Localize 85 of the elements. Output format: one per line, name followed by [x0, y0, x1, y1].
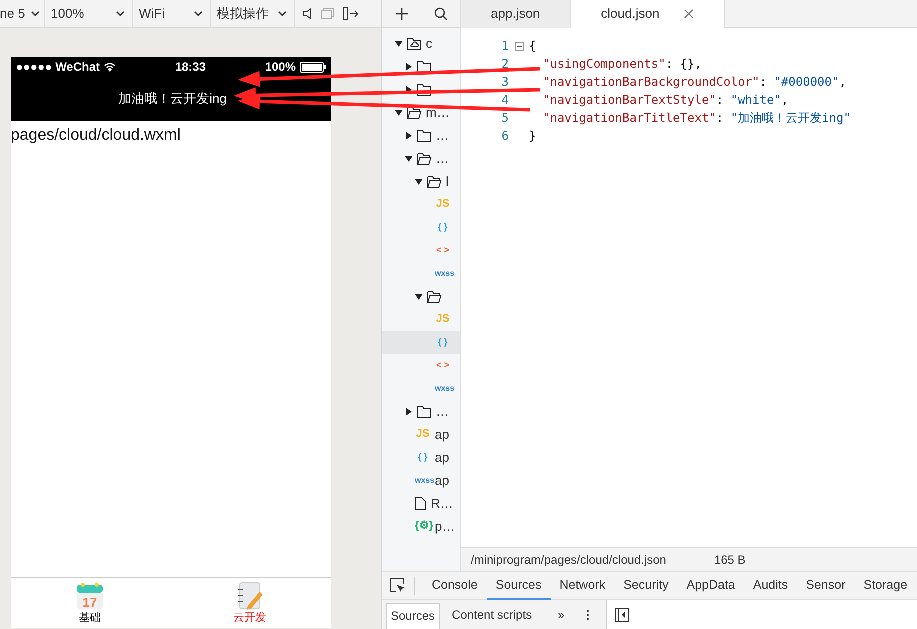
file-tree-row[interactable]: JS ap [382, 423, 460, 446]
line-number: 4 [500, 92, 509, 109]
network-dropdown[interactable]: WiFi [133, 0, 211, 28]
editor-tab[interactable]: app.json [461, 0, 572, 28]
code-line: "navigationBarBackgroundColor": "#000000", [542, 74, 846, 91]
battery-icon [300, 62, 326, 72]
open-folder-icon [407, 106, 422, 120]
exit-icon[interactable] [343, 6, 359, 20]
tab-bar-item[interactable]: 17 基础 [11, 578, 168, 628]
collapse-icon[interactable] [514, 42, 524, 50]
nav-bar-title: 加油哦！云开发ing [118, 90, 227, 108]
file-tree-row[interactable]: {⚙}p… [382, 515, 460, 538]
cloud-folder-icon [407, 36, 422, 50]
devtools-tab[interactable]: Storage [854, 571, 917, 600]
wifi-icon [104, 62, 116, 72]
file-tree-row[interactable]: l [382, 170, 460, 193]
caret-icon [115, 9, 126, 18]
editor-tab[interactable]: cloud.json [571, 0, 725, 28]
open-folder-icon [417, 152, 432, 166]
wxml-file-icon: < > [435, 358, 451, 372]
json-file-icon: { } [415, 450, 431, 464]
file-tree-row[interactable]: R… [382, 492, 460, 515]
file-icon [415, 496, 427, 510]
open-folder-icon [427, 290, 442, 304]
devtools-tab[interactable]: Sensor [797, 571, 855, 600]
operations-dropdown[interactable]: 模拟操作 [211, 0, 295, 28]
calendar-icon: 17 [76, 582, 104, 610]
line-number: 1 [500, 38, 509, 55]
code-line: { [529, 38, 536, 55]
code-line: } [529, 128, 536, 145]
code-line: "usingComponents": {}, [542, 56, 702, 73]
json-file-icon: { } [435, 220, 451, 234]
js-file-icon: JS [435, 311, 451, 328]
file-tree-row[interactable]: c [382, 32, 460, 55]
file-tree-row[interactable]: … [382, 124, 460, 147]
file-tree-row[interactable]: … [382, 400, 460, 423]
file-size: 165 B [714, 552, 746, 568]
code-line: "navigationBarTextStyle": "white", [542, 92, 789, 109]
line-number: 2 [500, 56, 509, 73]
devtools-tab[interactable]: AppData [678, 571, 744, 600]
battery-percent: 100% [265, 59, 296, 76]
inspect-icon[interactable] [390, 578, 406, 594]
folder-icon [417, 82, 432, 96]
add-icon[interactable] [394, 6, 408, 20]
folder-icon [417, 404, 432, 418]
carrier-label: ●●●●● WeChat [16, 59, 100, 76]
more-menu-button[interactable]: ⋮ [578, 603, 598, 629]
sidebar-toggle-icon[interactable] [615, 608, 629, 622]
page-path-text: pages/cloud/cloud.wxml [11, 126, 182, 146]
search-icon[interactable] [434, 6, 448, 20]
code-line: "navigationBarTitleText": "加油哦！云开发ing" [542, 110, 851, 127]
more-tabs-button[interactable]: » [554, 603, 569, 629]
wxml-file-icon: < > [435, 244, 451, 258]
config-file-icon: {⚙} [415, 518, 431, 535]
devtools-tab[interactable]: Network [550, 571, 615, 600]
device-dropdown[interactable]: ne 5 [0, 0, 45, 28]
devtools-tab[interactable]: Security [614, 571, 678, 600]
clock-time: 18:33 [175, 59, 206, 76]
caret-icon [277, 9, 288, 18]
file-path: /miniprogram/pages/cloud/cloud.json [471, 552, 666, 568]
file-tree-row[interactable]: wxss [382, 262, 460, 285]
tab-bar-item[interactable]: 云开发 [168, 578, 331, 628]
notebook-icon [236, 582, 264, 610]
file-tree-row[interactable]: wxss [382, 377, 460, 400]
caret-icon [193, 9, 204, 18]
line-number: 5 [500, 110, 509, 127]
json-file-icon: { } [435, 336, 451, 350]
open-folder-icon [427, 174, 442, 188]
sources-subtab[interactable]: Sources [386, 603, 440, 629]
caret-icon [30, 9, 41, 18]
js-file-icon: JS [415, 426, 431, 443]
folder-icon [417, 128, 432, 142]
zoom-dropdown[interactable]: 100% [45, 0, 133, 28]
speaker-icon[interactable] [303, 8, 313, 20]
file-tree-row[interactable]: … [382, 147, 460, 170]
devtools-tab[interactable]: Audits [744, 571, 798, 600]
line-number: 3 [500, 74, 509, 91]
sources-subtab[interactable]: Content scripts [448, 603, 536, 629]
folder-icon [417, 60, 432, 74]
line-number: 6 [500, 128, 509, 145]
close-icon[interactable] [684, 9, 694, 19]
devtools-tab[interactable]: Console [423, 571, 487, 600]
js-file-icon: JS [435, 196, 451, 213]
file-tree-row[interactable]: m… [382, 101, 460, 124]
file-tree-row[interactable]: { } ap [382, 446, 460, 469]
